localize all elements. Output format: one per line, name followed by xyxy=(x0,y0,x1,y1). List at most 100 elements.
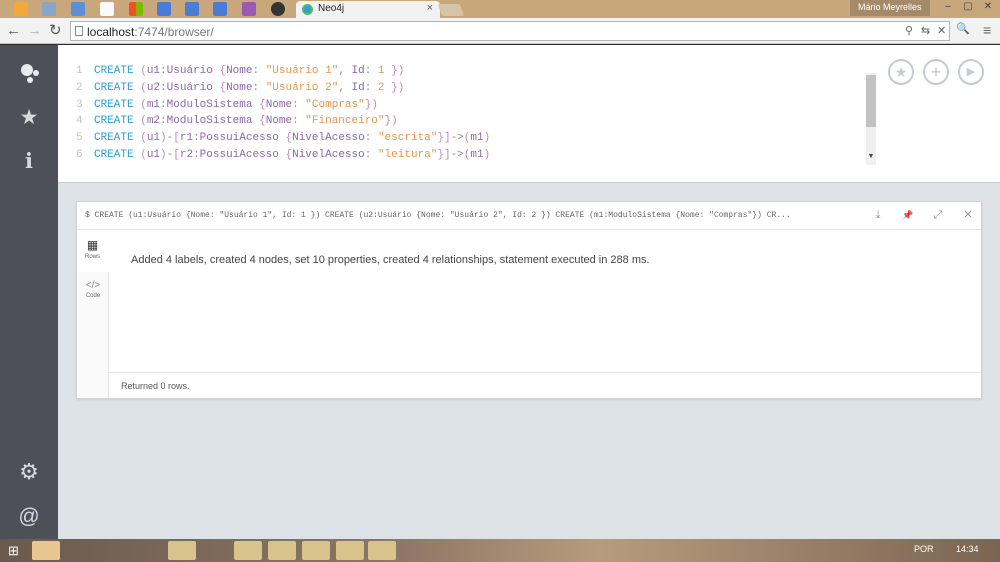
code-line[interactable]: 1 CREATE (u1:Usuário {Nome: "Usuário 1", … xyxy=(76,63,490,80)
about-at-icon[interactable]: @ xyxy=(0,505,58,529)
url-host: localhost xyxy=(87,25,135,39)
new-tab-button[interactable] xyxy=(437,4,465,16)
taskbar-notes-icon[interactable] xyxy=(168,541,196,560)
code-token: PossuiAcesso xyxy=(199,132,279,145)
frame-view-tabs: ▦ Rows </> Code xyxy=(77,230,109,398)
frame-footer: Returned 0 rows. xyxy=(109,372,981,398)
tab-title: Neo4j xyxy=(318,3,345,14)
search-icon[interactable]: 🔍 xyxy=(956,22,970,35)
tab-icon-8[interactable] xyxy=(213,2,227,16)
line-number: 3 xyxy=(76,98,83,111)
tab-icon-7[interactable] xyxy=(185,2,199,16)
editor-scrollbar-thumb[interactable] xyxy=(866,75,876,127)
profile-name[interactable]: Mário Meyrelles xyxy=(850,0,930,16)
code-token: m1 xyxy=(470,132,484,145)
frame-header: $ CREATE (u1:Usuário {Nome: "Usuário 1",… xyxy=(77,202,981,230)
pin-icon[interactable]: ⚲ xyxy=(905,24,913,37)
code-token: 1 xyxy=(377,65,385,77)
code-token: -> xyxy=(450,148,464,161)
code-token: -> xyxy=(450,132,464,145)
line-number: 4 xyxy=(76,115,83,128)
code-token: }) xyxy=(384,115,398,128)
code-token: : xyxy=(364,65,378,77)
tab-icon-1[interactable] xyxy=(14,2,28,16)
forward-icon[interactable]: → xyxy=(27,22,42,39)
code-token: Nome xyxy=(226,65,253,77)
tab-rows[interactable]: ▦ Rows xyxy=(77,230,109,272)
code-token: "leitura" xyxy=(377,148,438,161)
url-path: :7474/browser/ xyxy=(134,25,214,39)
code-token: CREATE xyxy=(94,148,134,161)
tab-close-icon[interactable]: × xyxy=(427,2,433,14)
page-icon xyxy=(75,26,83,36)
code-token: ) xyxy=(160,148,167,161)
settings-gear-icon[interactable]: ⚙ xyxy=(0,459,58,485)
code-token: : xyxy=(364,132,378,145)
tray-clock[interactable]: 14:34 xyxy=(956,544,979,554)
back-icon[interactable]: ← xyxy=(6,22,21,39)
scroll-down-icon[interactable]: ▼ xyxy=(866,153,876,163)
pin-frame-icon[interactable]: 📌 xyxy=(900,207,916,223)
taskbar-ie-icon[interactable] xyxy=(64,541,92,560)
minimize-button[interactable]: – xyxy=(940,0,956,14)
expand-icon[interactable]: ⤢ xyxy=(930,207,946,223)
taskbar-app3-icon[interactable] xyxy=(302,541,330,560)
code-token: ) xyxy=(483,148,491,161)
favorites-star-icon[interactable]: ★ xyxy=(0,105,58,130)
github-icon[interactable] xyxy=(271,2,285,16)
tab-icon-4[interactable] xyxy=(100,2,114,16)
code-token: : xyxy=(252,65,266,77)
close-frame-icon[interactable]: ✕ xyxy=(960,207,976,223)
taskbar-firefox-icon[interactable] xyxy=(234,541,262,560)
favorite-star-button[interactable]: ★ xyxy=(888,59,914,85)
download-icon[interactable]: ⤓ xyxy=(870,207,886,223)
code-token: [ xyxy=(173,148,180,161)
code-token: ( xyxy=(140,115,147,128)
tab-icon-9[interactable] xyxy=(242,2,256,16)
tab-icon-5[interactable] xyxy=(129,2,143,16)
code-lines[interactable]: 1 CREATE (u1:Usuário {Nome: "Usuário 1", … xyxy=(76,63,490,164)
code-token: m2 xyxy=(146,115,161,128)
taskbar-console-icon[interactable] xyxy=(336,541,364,560)
close-window-button[interactable]: ✕ xyxy=(980,0,996,14)
tray-language[interactable]: POR xyxy=(914,544,934,554)
taskbar-excel-icon[interactable] xyxy=(100,541,128,560)
windows-start-icon[interactable]: ⊞ xyxy=(8,543,19,559)
tab-code[interactable]: </> Code xyxy=(77,272,109,314)
taskbar-app4-icon[interactable] xyxy=(368,541,396,560)
tab-code-label: Code xyxy=(85,293,101,299)
frame-command[interactable]: $ CREATE (u1:Usuário {Nome: "Usuário 1",… xyxy=(85,211,837,220)
taskbar-app-icon[interactable] xyxy=(200,541,228,560)
menu-icon[interactable]: ≡ xyxy=(983,22,991,38)
tab-neo4j[interactable]: Neo4j × xyxy=(296,1,440,18)
extension-icon[interactable]: ✕ xyxy=(937,24,946,37)
info-icon[interactable]: ℹ xyxy=(0,149,58,174)
code-token: : xyxy=(160,115,167,128)
maximize-button[interactable]: ▢ xyxy=(960,0,976,14)
code-token: u1 xyxy=(146,65,161,77)
table-icon: ▦ xyxy=(86,238,99,252)
code-line[interactable]: 4 CREATE (m2:ModuloSistema {Nome: "Financ… xyxy=(76,113,490,130)
line-number: 6 xyxy=(76,148,83,161)
code-token: Usuário xyxy=(166,81,213,94)
taskbar-explorer-icon[interactable] xyxy=(132,541,160,560)
address-bar[interactable]: localhost:7474/browser/ ⚲ ⇆ ✕ xyxy=(70,21,950,41)
code-line[interactable]: 5 CREATE (u1)-[r1:PossuiAcesso {NivelAces… xyxy=(76,130,490,147)
url-text[interactable]: localhost:7474/browser/ xyxy=(87,25,214,39)
taskbar-app2-icon[interactable] xyxy=(268,541,296,560)
code-line[interactable]: 3 CREATE (m1:ModuloSistema {Nome: "Compra… xyxy=(76,97,490,114)
code-line[interactable]: 2 CREATE (u2:Usuário {Nome: "Usuário 2", … xyxy=(76,80,490,97)
query-editor[interactable]: 1 CREATE (u1:Usuário {Nome: "Usuário 1", … xyxy=(58,45,1000,183)
run-button[interactable]: ▶ xyxy=(958,59,984,85)
translate-icon[interactable]: ⇆ xyxy=(921,24,930,37)
code-token: CREATE xyxy=(94,81,134,94)
add-button[interactable]: + xyxy=(923,59,949,85)
tab-icon-2[interactable] xyxy=(42,2,56,16)
taskbar-chrome-icon[interactable] xyxy=(32,541,60,560)
tab-icon-6[interactable] xyxy=(157,2,171,16)
code-line[interactable]: 6 CREATE (u1)-[r2:PossuiAcesso {NivelAces… xyxy=(76,147,490,164)
tab-icon-3[interactable] xyxy=(71,2,85,16)
reload-icon[interactable]: ↻ xyxy=(49,22,62,39)
neo4j-logo-icon[interactable] xyxy=(0,58,58,88)
